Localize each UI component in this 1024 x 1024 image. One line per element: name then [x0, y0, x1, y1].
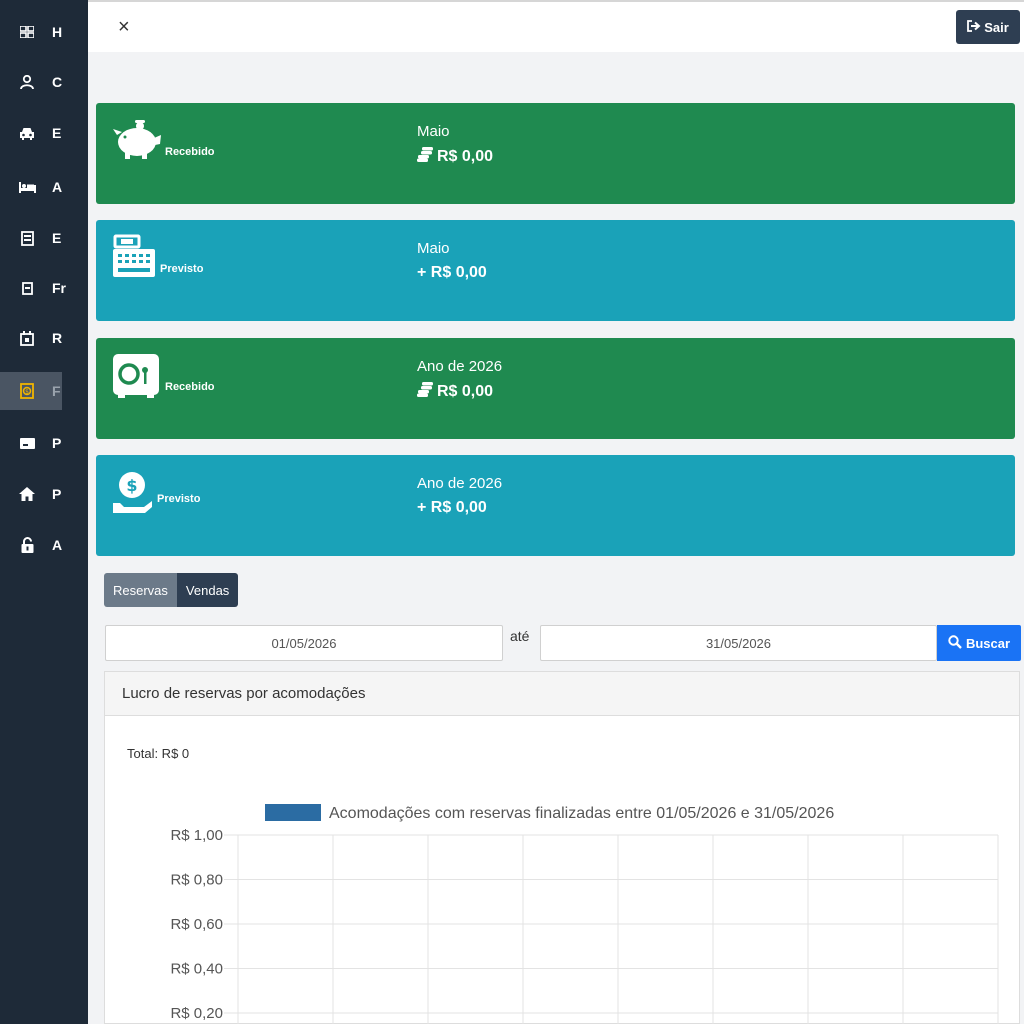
- card-amount-value: R$ 0,00: [437, 383, 494, 400]
- card-icon: [18, 434, 36, 452]
- received-year-card: Recebido Ano de 2026 R$ 0,00: [96, 338, 1015, 439]
- sidebar-item-h[interactable]: H: [0, 13, 62, 51]
- date-separator: até: [510, 628, 530, 644]
- logout-label: Sair: [984, 19, 1009, 35]
- card-period: Maio: [417, 240, 450, 257]
- sidebar: H C E A E Fr R $ F P P A: [0, 0, 88, 1024]
- card-tag: Recebido: [165, 146, 215, 158]
- sidebar-item-f[interactable]: $ F: [0, 372, 62, 410]
- y-tick-label: R$ 0,40: [170, 961, 223, 978]
- close-icon[interactable]: ×: [118, 16, 130, 39]
- cash-register-icon: [112, 234, 162, 280]
- card-amount: + R$ 0,00: [417, 499, 487, 517]
- sidebar-item-label: A: [52, 537, 63, 553]
- sidebar-item-label: Fr: [52, 280, 66, 296]
- forecast-month-card: Previsto Maio + R$ 0,00: [96, 220, 1015, 321]
- tab-reservas[interactable]: Reservas: [104, 573, 177, 607]
- sidebar-item-fr[interactable]: Fr: [0, 269, 66, 307]
- coins-icon: [417, 147, 434, 167]
- dashboard-icon: [18, 23, 36, 41]
- card-amount: + R$ 0,00: [417, 264, 487, 282]
- sidebar-item-label: C: [52, 74, 63, 90]
- profit-chart: Acomodações com reservas finalizadas ent…: [170, 804, 999, 1024]
- forecast-year-card: $ Previsto Ano de 2026 + R$ 0,00: [96, 455, 1015, 556]
- finance-icon: $: [18, 382, 36, 400]
- y-tick-label: R$ 0,60: [170, 916, 223, 933]
- card-tag: Previsto: [157, 493, 201, 505]
- hand-coin-icon: $: [112, 469, 162, 515]
- tab-vendas[interactable]: Vendas: [176, 573, 239, 607]
- home-icon: [18, 485, 36, 503]
- sidebar-item-label: E: [52, 230, 62, 246]
- y-tick-label: R$ 1,00: [170, 827, 223, 844]
- card-amount-value: + R$ 0,00: [417, 499, 487, 516]
- top-bar: × Sair: [88, 0, 1024, 52]
- report-type-toggle: Reservas Vendas: [104, 573, 239, 607]
- sidebar-item-label: A: [52, 179, 63, 195]
- ledger-icon: [18, 229, 36, 247]
- coins-icon: [417, 382, 434, 402]
- sidebar-item-e[interactable]: E: [0, 114, 62, 152]
- start-date-input[interactable]: [105, 625, 503, 661]
- sidebar-item-p2[interactable]: P: [0, 475, 62, 513]
- search-icon: [948, 634, 962, 652]
- sidebar-item-p[interactable]: P: [0, 424, 62, 462]
- legend-label: Acomodações com reservas finalizadas ent…: [329, 805, 834, 822]
- legend-swatch: [265, 804, 321, 821]
- safe-icon: [112, 352, 162, 398]
- card-amount: R$ 0,00: [417, 382, 493, 402]
- end-date-input[interactable]: [540, 625, 937, 661]
- search-label: Buscar: [965, 635, 1011, 651]
- search-button[interactable]: Buscar: [937, 625, 1021, 661]
- sidebar-item-a[interactable]: A: [0, 168, 62, 206]
- card-tag: Recebido: [165, 381, 215, 393]
- sidebar-item-e2[interactable]: E: [0, 219, 62, 257]
- svg-text:$: $: [126, 476, 137, 495]
- card-period: Ano de 2026: [417, 358, 503, 375]
- calendar-icon: [18, 329, 36, 347]
- total-label: Total: R$ 0: [127, 746, 190, 761]
- svg-text:$: $: [25, 389, 29, 396]
- card-tag: Previsto: [160, 263, 204, 275]
- y-tick-label: R$ 0,20: [170, 1005, 223, 1022]
- sidebar-item-r[interactable]: R: [0, 319, 62, 357]
- sidebar-item-label: E: [52, 125, 62, 141]
- user-icon: [18, 73, 36, 91]
- sidebar-item-label: P: [52, 435, 62, 451]
- panel-title: Lucro de reservas por acomodações: [105, 672, 1019, 716]
- card-period: Maio: [417, 123, 450, 140]
- sidebar-item-label: R: [52, 330, 63, 346]
- calendar-page-icon: [18, 279, 36, 297]
- piggy-bank-icon: [112, 117, 162, 163]
- sidebar-item-label: P: [52, 486, 62, 502]
- card-amount-value: + R$ 0,00: [417, 264, 487, 281]
- sidebar-item-a2[interactable]: A: [0, 526, 62, 564]
- card-amount: R$ 0,00: [417, 147, 493, 167]
- sidebar-item-label: H: [52, 24, 63, 40]
- y-tick-label: R$ 0,80: [170, 872, 223, 889]
- car-icon: [18, 124, 36, 142]
- received-month-card: Recebido Maio R$ 0,00: [96, 103, 1015, 204]
- card-period: Ano de 2026: [417, 475, 503, 492]
- logout-button[interactable]: Sair: [956, 10, 1020, 44]
- lock-icon: [18, 536, 36, 554]
- sidebar-item-c[interactable]: C: [0, 63, 62, 101]
- bed-icon: [18, 178, 36, 196]
- sign-out-icon: [967, 19, 981, 35]
- card-amount-value: R$ 0,00: [437, 148, 494, 165]
- sidebar-item-label: F: [52, 383, 61, 399]
